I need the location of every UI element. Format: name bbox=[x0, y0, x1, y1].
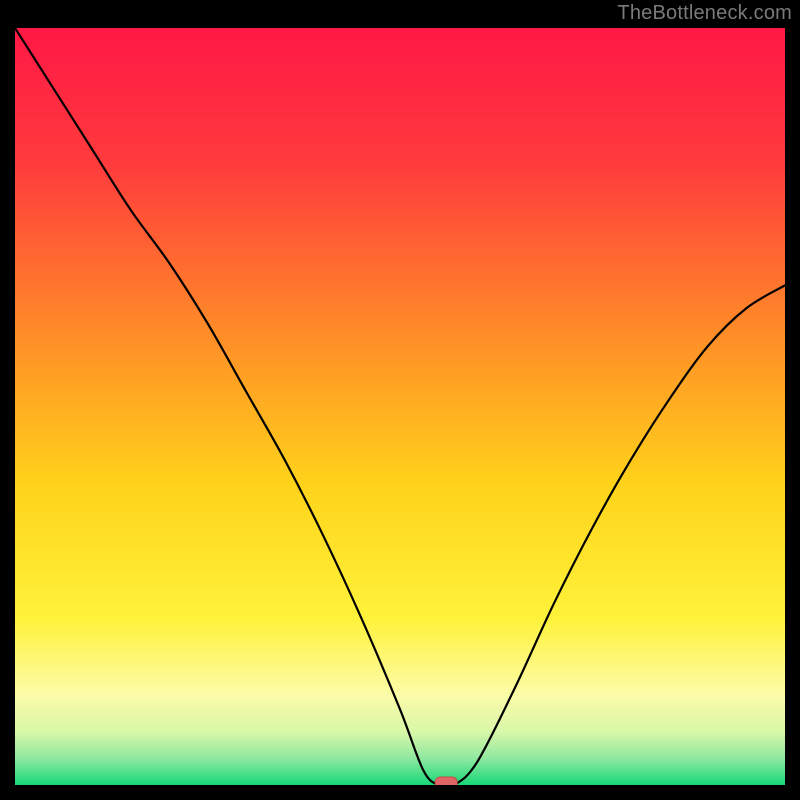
bottleneck-chart-svg bbox=[15, 28, 785, 785]
optimum-marker bbox=[435, 777, 457, 785]
attribution-text: TheBottleneck.com bbox=[617, 2, 792, 25]
plot-area bbox=[15, 28, 785, 785]
gradient-background bbox=[15, 28, 785, 785]
chart-frame: TheBottleneck.com bbox=[0, 0, 800, 800]
